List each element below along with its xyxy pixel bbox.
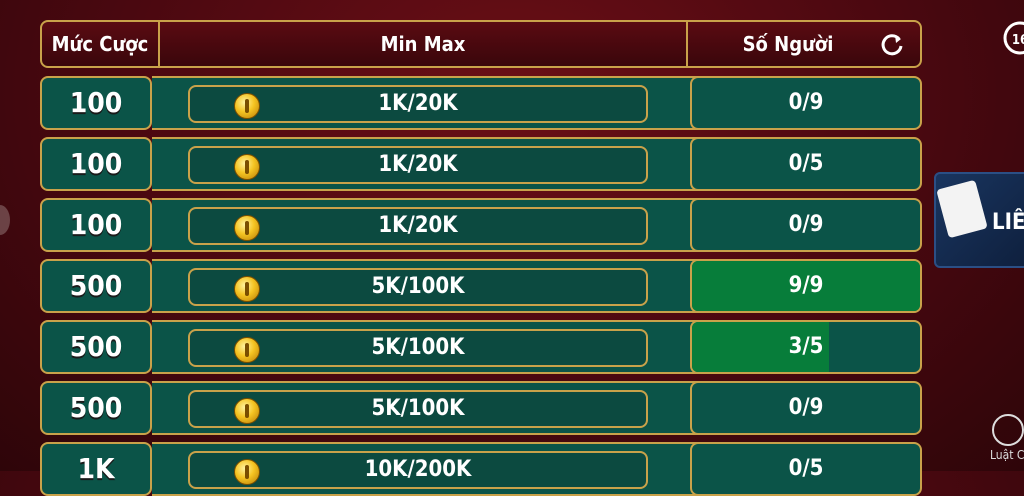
players-cell: 3/5 [690,320,922,374]
range-header: Min Max [380,32,466,56]
side-bubble [0,205,10,235]
players-header: Số Người [742,32,834,56]
refresh-icon[interactable] [878,30,906,58]
players-cell: 0/9 [690,198,922,252]
range-cell: 10K/200K [152,442,726,496]
bet-value: 100 [40,198,152,252]
bet-header: Mức Cược [51,32,149,56]
bet-value: 500 [40,259,152,313]
range-value: 5K/100K [371,335,465,360]
range-value: 5K/100K [371,274,465,299]
table-row[interactable]: 100 1K/20K 0/9 [40,76,922,130]
players-cell: 9/9 [690,259,922,313]
bet-value: 100 [40,76,152,130]
players-count: 3/5 [788,334,824,359]
range-cell: 5K/100K [152,320,726,374]
clock-text: 16 [1012,33,1024,48]
range-cell: 5K/100K [152,381,726,435]
range-pill: 5K/100K [188,329,648,367]
players-count: 0/9 [788,395,824,420]
players-count: 0/9 [788,212,824,237]
range-cell: 5K/100K [152,259,726,313]
table-row[interactable]: 500 5K/100K 9/9 [40,259,922,313]
bet-value: 1K [40,442,152,496]
bet-value: 100 [40,137,152,191]
players-count: 0/5 [788,151,824,176]
range-pill: 1K/20K [188,85,648,123]
table-row[interactable]: 100 1K/20K 0/9 [40,198,922,252]
players-cell: 0/5 [690,137,922,191]
range-value: 1K/20K [378,152,458,177]
bet-value: 500 [40,320,152,374]
table-row[interactable]: 500 5K/100K 3/5 [40,320,922,374]
table-row[interactable]: 1K 10K/200K 0/5 [40,442,922,496]
range-cell: 1K/20K [152,137,726,191]
range-value: 5K/100K [371,396,465,421]
clock-icon[interactable]: 16 [1000,18,1024,58]
table-row[interactable]: 500 5K/100K 0/9 [40,381,922,435]
bet-value: 500 [40,381,152,435]
rules-icon [992,414,1024,446]
game-card-label: LIÊ [992,210,1024,235]
range-pill: 5K/100K [188,390,648,428]
table-header: Mức Cược Min Max Số Người [40,20,922,68]
range-value: 1K/20K [378,213,458,238]
players-count: 0/5 [788,456,824,481]
players-count: 0/9 [788,90,824,115]
game-card-lieng[interactable]: LIÊ [934,172,1024,268]
table-row[interactable]: 100 1K/20K 0/5 [40,137,922,191]
players-cell: 0/9 [690,381,922,435]
range-cell: 1K/20K [152,76,726,130]
rules-label: Luật C [990,448,1024,462]
range-pill: 1K/20K [188,146,648,184]
range-value: 10K/200K [364,457,472,482]
range-pill: 5K/100K [188,268,648,306]
rules-button[interactable]: Luật C [990,414,1024,474]
range-cell: 1K/20K [152,198,726,252]
players-count: 9/9 [788,273,824,298]
range-value: 1K/20K [378,91,458,116]
range-pill: 10K/200K [188,451,648,489]
range-pill: 1K/20K [188,207,648,245]
players-cell: 0/9 [690,76,922,130]
playing-cards-icon [936,179,988,239]
players-cell: 0/5 [690,442,922,496]
